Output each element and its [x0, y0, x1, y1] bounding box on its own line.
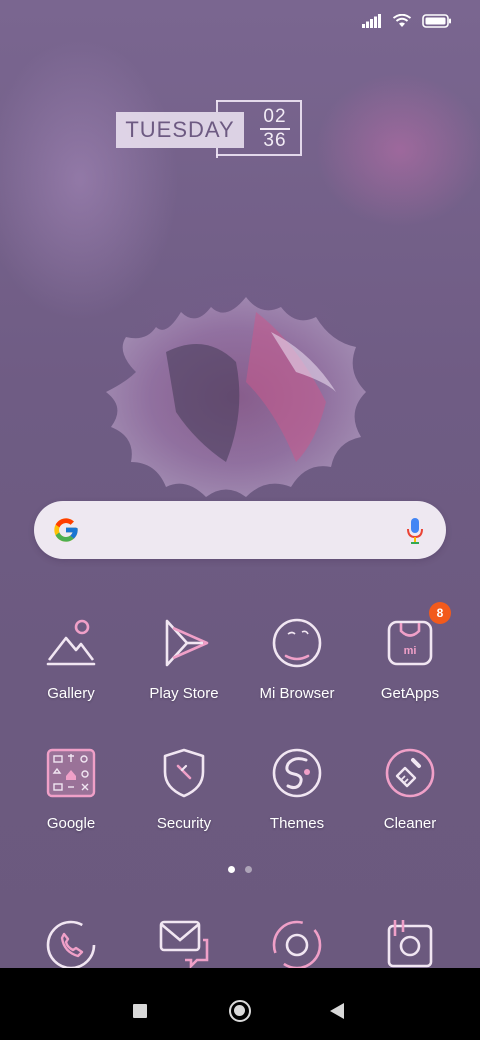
security-shield-icon: [163, 748, 205, 798]
notification-badge: 8: [429, 602, 451, 624]
dock-messages[interactable]: [157, 918, 211, 968]
google-search-bar[interactable]: [34, 501, 446, 559]
getapps-icon: mi: [387, 620, 433, 666]
app-label: GetApps: [380, 685, 440, 702]
clock-widget[interactable]: TUESDAY 02 36: [116, 100, 306, 160]
wallpaper-flower: [106, 297, 366, 497]
app-label: Mi Browser: [259, 685, 335, 702]
photo-camera-icon: [387, 920, 433, 968]
clock-minutes: 36: [263, 130, 287, 151]
app-label: Security: [156, 815, 212, 832]
app-google-folder[interactable]: Google: [16, 746, 126, 832]
dock-photo-camera[interactable]: [383, 918, 437, 968]
google-g-icon: [54, 518, 78, 542]
dock-camera[interactable]: [270, 918, 324, 968]
app-play-store[interactable]: Play Store: [129, 616, 239, 702]
google-folder-icon: [46, 748, 96, 798]
app-getapps[interactable]: mi 8 GetApps: [355, 602, 465, 702]
app-cleaner[interactable]: Cleaner: [355, 746, 465, 832]
clock-hours: 02: [263, 106, 287, 127]
messages-icon: [159, 920, 209, 968]
app-security[interactable]: Security: [129, 746, 239, 832]
battery-icon: [422, 14, 451, 28]
app-themes[interactable]: Themes: [242, 746, 352, 832]
page-indicator[interactable]: [228, 866, 252, 873]
dock: [0, 918, 480, 968]
phone-icon: [46, 920, 96, 968]
signal-icon: [362, 14, 381, 28]
play-store-icon: [165, 619, 209, 667]
navigation-bar: [0, 968, 480, 1040]
back-triangle-icon[interactable]: [330, 1003, 344, 1019]
mi-browser-icon: [272, 618, 322, 668]
app-label: Google: [46, 815, 96, 832]
camera-icon: [272, 920, 322, 968]
app-gallery[interactable]: Gallery: [16, 616, 126, 702]
page-dot-active[interactable]: [228, 866, 235, 873]
dock-phone[interactable]: [44, 918, 98, 968]
svg-text:mi: mi: [404, 645, 417, 657]
microphone-icon[interactable]: [406, 517, 424, 545]
cleaner-brush-icon: [385, 748, 435, 798]
gallery-icon: [46, 619, 96, 666]
page-dot[interactable]: [245, 866, 252, 873]
app-label: Gallery: [47, 685, 95, 702]
status-bar: [362, 10, 452, 32]
wifi-icon: [392, 14, 412, 27]
app-label: Play Store: [149, 685, 219, 702]
home-circle-icon[interactable]: [229, 1000, 251, 1022]
app-label: Themes: [269, 815, 325, 832]
weekday-label: TUESDAY: [116, 112, 244, 148]
themes-icon: [272, 748, 322, 798]
recents-square-icon[interactable]: [133, 1004, 147, 1018]
app-label: Cleaner: [383, 815, 437, 832]
app-mi-browser[interactable]: Mi Browser: [242, 616, 352, 702]
